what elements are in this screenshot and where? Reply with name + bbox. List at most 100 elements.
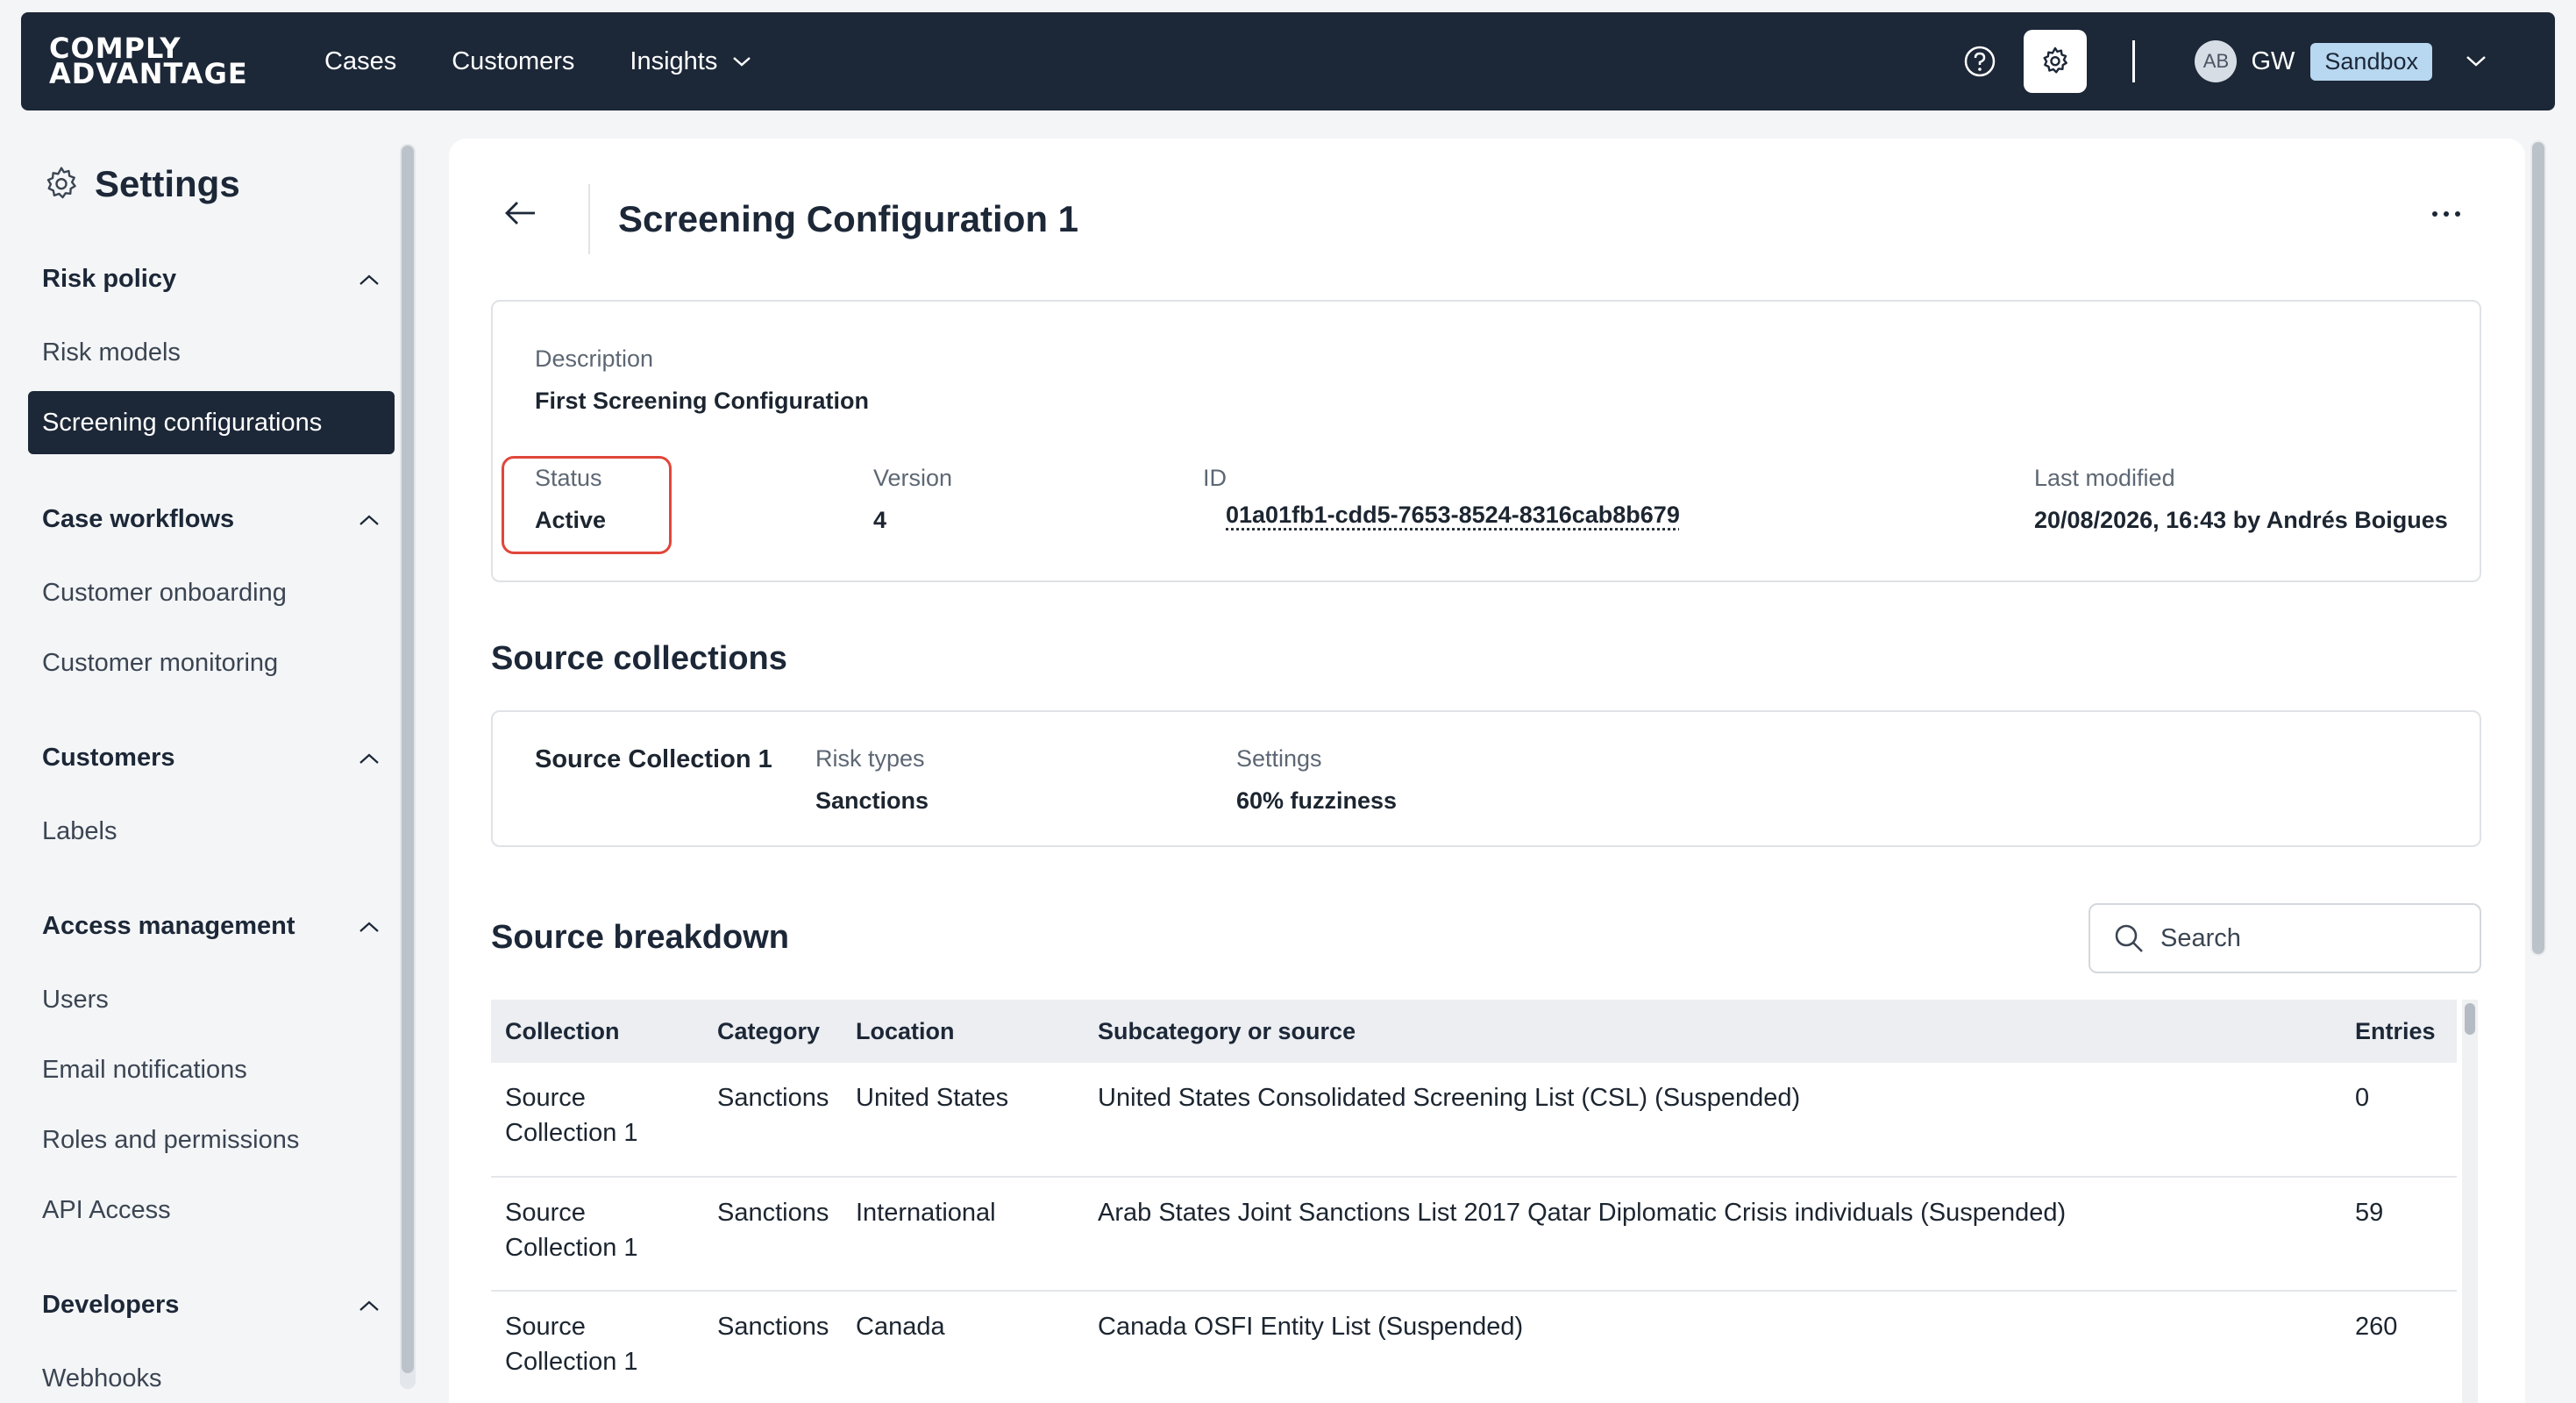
- company-logo[interactable]: COMPLY ADVANTAGE: [49, 34, 277, 88]
- cell-location: United States: [842, 1063, 1084, 1178]
- sidebar-item-customer-onboarding[interactable]: Customer onboarding: [28, 561, 395, 624]
- sidebar-item-screening-configurations[interactable]: Screening configurations: [28, 391, 395, 454]
- cell-entries: 59: [2341, 1177, 2457, 1292]
- main-scrollbar[interactable]: [2530, 140, 2546, 956]
- chevron-up-icon: [359, 274, 379, 285]
- nav-insights-label: Insights: [630, 46, 718, 75]
- source-collection-name: Source Collection 1: [535, 745, 772, 773]
- sidebar-item-risk-models[interactable]: Risk models: [28, 321, 395, 384]
- table-scrollbar-thumb[interactable]: [2465, 1003, 2475, 1035]
- sidebar-item-email-notifications[interactable]: Email notifications: [28, 1038, 395, 1101]
- sidebar-group-customers[interactable]: Customers: [42, 744, 381, 773]
- sidebar-group-label: Access management: [42, 912, 295, 940]
- cell-location: Canada: [842, 1291, 1084, 1403]
- chevron-up-icon: [359, 515, 379, 525]
- title-divider: [588, 184, 590, 254]
- table-row[interactable]: Source Collection 1 Sanctions Canada Can…: [491, 1291, 2457, 1403]
- page-title: Screening Configuration 1: [618, 198, 1079, 239]
- environment-badge: Sandbox: [2310, 42, 2432, 81]
- cell-location: International: [842, 1177, 1084, 1292]
- top-navigation-bar: COMPLY ADVANTAGE Cases Customers Insight…: [21, 12, 2555, 110]
- column-header-entries[interactable]: Entries: [2341, 1000, 2457, 1063]
- source-collections-title: Source collections: [491, 640, 787, 677]
- main-nav: Cases Customers Insights: [324, 47, 808, 76]
- chevron-up-icon: [359, 753, 379, 764]
- sidebar-item-api-access[interactable]: API Access: [28, 1179, 395, 1242]
- table-header-row: Collection Category Location Subcategory…: [491, 1000, 2457, 1063]
- arrow-left-icon: [505, 202, 535, 224]
- sidebar-scrollbar[interactable]: [400, 144, 416, 1389]
- sidebar-item-label: Email notifications: [42, 1055, 247, 1084]
- risk-types-label: Risk types: [815, 745, 925, 772]
- sidebar-group-access-management[interactable]: Access management: [42, 912, 381, 941]
- nav-cases[interactable]: Cases: [324, 47, 396, 76]
- chevron-down-icon: [2466, 56, 2486, 67]
- cell-entries: 0: [2341, 1063, 2457, 1178]
- sidebar-scrollbar-thumb[interactable]: [402, 146, 414, 1373]
- cell-collection: Source Collection 1: [491, 1063, 703, 1178]
- sidebar-group-risk-policy[interactable]: Risk policy: [42, 265, 381, 294]
- last-modified-value: 20/08/2026, 16:43 by Andrés Boigues: [2034, 507, 2448, 533]
- sidebar-group-label: Risk policy: [42, 265, 177, 293]
- nav-customers-label: Customers: [452, 46, 575, 75]
- settings-label: Settings: [1236, 745, 1322, 772]
- back-button[interactable]: [503, 200, 538, 231]
- search-box[interactable]: [2089, 903, 2481, 973]
- settings-button[interactable]: [2024, 30, 2088, 93]
- more-horizontal-icon: [2432, 211, 2460, 217]
- version-label: Version: [873, 465, 953, 491]
- cell-subcategory: Canada OSFI Entity List (Suspended): [1084, 1291, 2341, 1403]
- column-header-location[interactable]: Location: [842, 1000, 1084, 1063]
- cell-collection: Source Collection 1: [491, 1177, 703, 1292]
- sidebar-group-developers[interactable]: Developers: [42, 1291, 381, 1320]
- column-header-collection[interactable]: Collection: [491, 1000, 703, 1063]
- nav-divider: [2132, 40, 2136, 82]
- status-value: Active: [535, 507, 607, 533]
- column-header-subcategory[interactable]: Subcategory or source: [1084, 1000, 2341, 1063]
- sidebar-item-customer-monitoring[interactable]: Customer monitoring: [28, 631, 395, 694]
- sidebar-item-label: Customer monitoring: [42, 648, 279, 677]
- user-initials[interactable]: GW: [2251, 47, 2295, 76]
- sidebar-item-users[interactable]: Users: [28, 968, 395, 1031]
- table-scrollbar[interactable]: [2462, 1000, 2478, 1403]
- description-value: First Screening Configuration: [535, 388, 870, 414]
- gear-icon: [2043, 46, 2068, 74]
- sidebar-item-webhooks[interactable]: Webhooks: [28, 1347, 395, 1403]
- column-header-category[interactable]: Category: [703, 1000, 842, 1063]
- sidebar-item-label: Risk models: [42, 338, 181, 367]
- nav-insights[interactable]: Insights: [630, 47, 752, 76]
- more-options-button[interactable]: [2430, 207, 2462, 223]
- table-row[interactable]: Source Collection 1 Sanctions Internatio…: [491, 1177, 2457, 1292]
- sidebar-group-label: Case workflows: [42, 505, 235, 533]
- description-label: Description: [535, 345, 654, 372]
- sidebar-item-labels[interactable]: Labels: [28, 800, 395, 863]
- avatar[interactable]: AB: [2195, 40, 2238, 82]
- cell-category: Sanctions: [703, 1291, 842, 1403]
- sidebar-item-label: Roles and permissions: [42, 1125, 300, 1154]
- sidebar-group-label: Customers: [42, 744, 175, 772]
- sidebar-item-label: Webhooks: [42, 1364, 162, 1392]
- main-scrollbar-thumb[interactable]: [2532, 142, 2544, 954]
- source-breakdown-title: Source breakdown: [491, 919, 789, 956]
- nav-right-actions: AB GW Sandbox: [1962, 30, 2488, 93]
- cell-category: Sanctions: [703, 1177, 842, 1292]
- help-icon: [1965, 46, 1996, 77]
- search-input[interactable]: [2160, 923, 2459, 953]
- last-modified-label: Last modified: [2034, 465, 2175, 491]
- gear-icon: [46, 167, 76, 199]
- sidebar-item-label: Customer onboarding: [42, 578, 287, 607]
- sidebar-group-case-workflows[interactable]: Case workflows: [42, 505, 381, 534]
- version-value: 4: [873, 507, 887, 533]
- id-value[interactable]: 01a01fb1-cdd5-7653-8524-8316cab8b679: [1226, 502, 1680, 529]
- sidebar-group-label: Developers: [42, 1291, 180, 1319]
- sidebar-item-roles-and-permissions[interactable]: Roles and permissions: [28, 1108, 395, 1172]
- nav-customers[interactable]: Customers: [452, 47, 574, 76]
- account-menu-button[interactable]: [2464, 53, 2488, 69]
- table-row[interactable]: Source Collection 1 Sanctions United Sta…: [491, 1063, 2457, 1178]
- id-label: ID: [1203, 465, 1227, 491]
- settings-heading: Settings: [42, 163, 240, 205]
- cell-subcategory: Arab States Joint Sanctions List 2017 Qa…: [1084, 1177, 2341, 1292]
- cell-category: Sanctions: [703, 1063, 842, 1178]
- help-button[interactable]: [1962, 44, 1997, 79]
- sidebar-item-label: Screening configurations: [42, 408, 323, 437]
